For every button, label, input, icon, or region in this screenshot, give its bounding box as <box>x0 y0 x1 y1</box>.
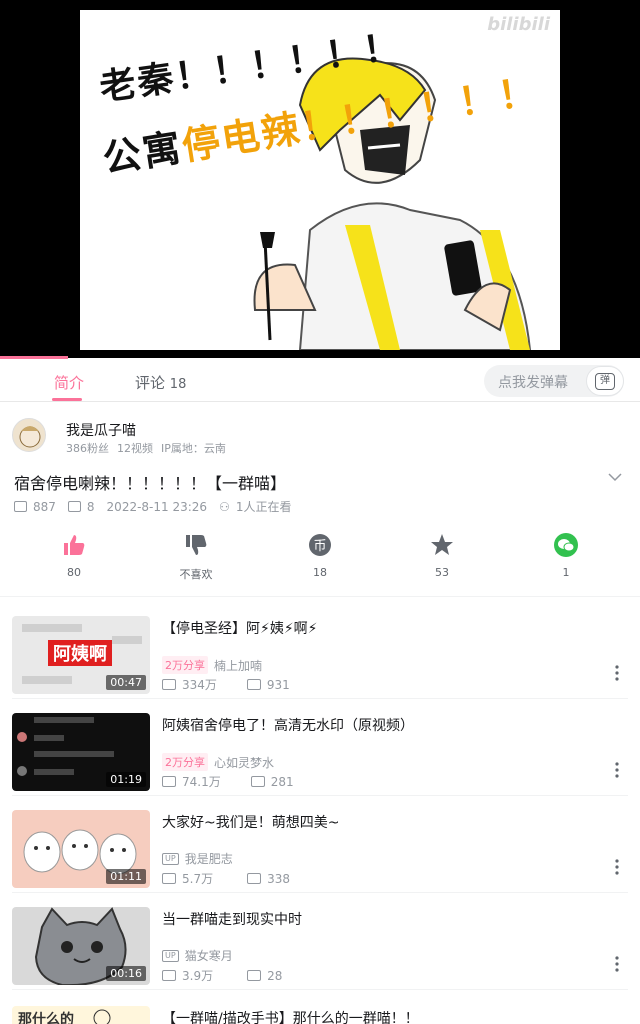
viewers-icon: ⚇ <box>219 499 230 514</box>
list-item[interactable]: 01:11 大家好~我们是！萌想四美~ UP 我是肥志 5.7万 338 <box>0 796 640 893</box>
more-icon[interactable] <box>614 858 620 876</box>
svg-text:币: 币 <box>313 539 326 554</box>
tab-intro[interactable]: 简介 <box>54 372 84 393</box>
video-thumbnail[interactable]: 阿姨啊 00:47 <box>12 616 150 694</box>
uploader-meta: 386粉丝 12视频 IP属地：云南 <box>66 442 226 455</box>
play-icon <box>162 776 176 787</box>
favorite-button[interactable]: 53 <box>402 532 482 579</box>
svg-text:那什么的: 那什么的 <box>18 1011 74 1024</box>
watermark: bilibili <box>487 14 550 35</box>
share-badge: 2万分享 <box>162 753 208 771</box>
dislike-button[interactable]: 不喜欢 <box>156 532 236 582</box>
related-uploader[interactable]: 心如灵梦水 <box>214 754 274 771</box>
danmaku-icon <box>250 776 265 787</box>
share-badge: 2万分享 <box>162 656 208 674</box>
thumbs-up-icon <box>64 535 85 555</box>
related-title[interactable]: 【停电圣经】阿⚡姨⚡啊⚡ <box>162 618 602 638</box>
up-badge: UP <box>162 852 179 865</box>
related-title[interactable]: 阿姨宿舍停电了！高清无水印（原视频） <box>162 715 602 735</box>
more-icon[interactable] <box>614 761 620 779</box>
star-icon <box>431 534 453 555</box>
related-title[interactable]: 大家好~我们是！萌想四美~ <box>162 812 602 832</box>
video-thumbnail[interactable]: 那什么的 <box>12 1006 150 1024</box>
video-thumbnail[interactable]: 00:16 <box>12 907 150 985</box>
play-icon <box>162 873 176 884</box>
coin-button[interactable]: 币 18 <box>280 532 360 579</box>
danmaku-icon <box>247 873 262 884</box>
danmaku-icon: 弹 <box>595 373 615 390</box>
up-badge: UP <box>162 949 179 962</box>
chevron-down-icon[interactable] <box>608 470 622 484</box>
uploader-name[interactable]: 我是瓜子喵 <box>66 420 136 440</box>
list-item[interactable]: 01:19 阿姨宿舍停电了！高清无水印（原视频） 2万分享 心如灵梦水 74.1万… <box>0 699 640 796</box>
video-player[interactable]: 老秦！！！！！！ 公寓停电辣！！！！！！ bilibili <box>0 0 640 359</box>
more-icon[interactable] <box>614 664 620 682</box>
like-button[interactable]: 80 <box>34 532 114 579</box>
play-icon <box>162 679 176 690</box>
avatar[interactable] <box>12 418 46 452</box>
related-uploader[interactable]: 我是肥志 <box>185 850 233 867</box>
video-stats: 887 8 2022-8-11 23:26 ⚇ 1人正在看 <box>14 498 291 515</box>
thumbs-down-icon <box>186 535 207 555</box>
video-thumbnail[interactable]: 01:11 <box>12 810 150 888</box>
related-title[interactable]: 【一群喵/描改手书】那什么的一群喵！！ <box>162 1008 602 1024</box>
danmaku-count-icon <box>67 501 81 512</box>
coin-icon: 币 <box>309 534 331 556</box>
more-icon[interactable] <box>614 955 620 973</box>
related-title[interactable]: 当一群喵走到现实中时 <box>162 909 602 929</box>
svg-text:阿姨啊: 阿姨啊 <box>53 643 107 665</box>
video-frame[interactable]: 老秦！！！！！！ 公寓停电辣！！！！！！ bilibili <box>80 10 560 350</box>
divider <box>0 596 640 597</box>
danmaku-icon <box>246 679 261 690</box>
tab-indicator <box>52 398 82 401</box>
wechat-icon <box>554 533 578 557</box>
danmaku-toggle-button[interactable]: 弹 <box>586 366 624 396</box>
list-item[interactable]: 那什么的 【一群喵/描改手书】那什么的一群喵！！ <box>0 990 640 1024</box>
related-uploader[interactable]: 楠上加喃 <box>214 657 262 674</box>
tab-comments[interactable]: 评论 18 <box>135 372 186 393</box>
list-item[interactable]: 00:16 当一群喵走到现实中时 UP 猫女寒月 3.9万 28 <box>0 893 640 990</box>
list-item[interactable]: 阿姨啊 00:47 【停电圣经】阿⚡姨⚡啊⚡ 2万分享 楠上加喃 334万 931 <box>0 602 640 699</box>
video-thumbnail[interactable]: 01:19 <box>12 713 150 791</box>
play-count-icon <box>14 501 27 512</box>
tab-bar: 简介 评论 18 点我发弹幕 弹 <box>0 360 640 402</box>
play-icon <box>162 970 176 981</box>
related-uploader[interactable]: 猫女寒月 <box>185 947 233 964</box>
progress-bar[interactable] <box>0 356 68 359</box>
video-title: 宿舍停电喇辣！！！！！！【一群喵】 <box>14 474 287 493</box>
share-button[interactable]: 1 <box>526 532 606 579</box>
danmaku-icon <box>247 970 262 981</box>
